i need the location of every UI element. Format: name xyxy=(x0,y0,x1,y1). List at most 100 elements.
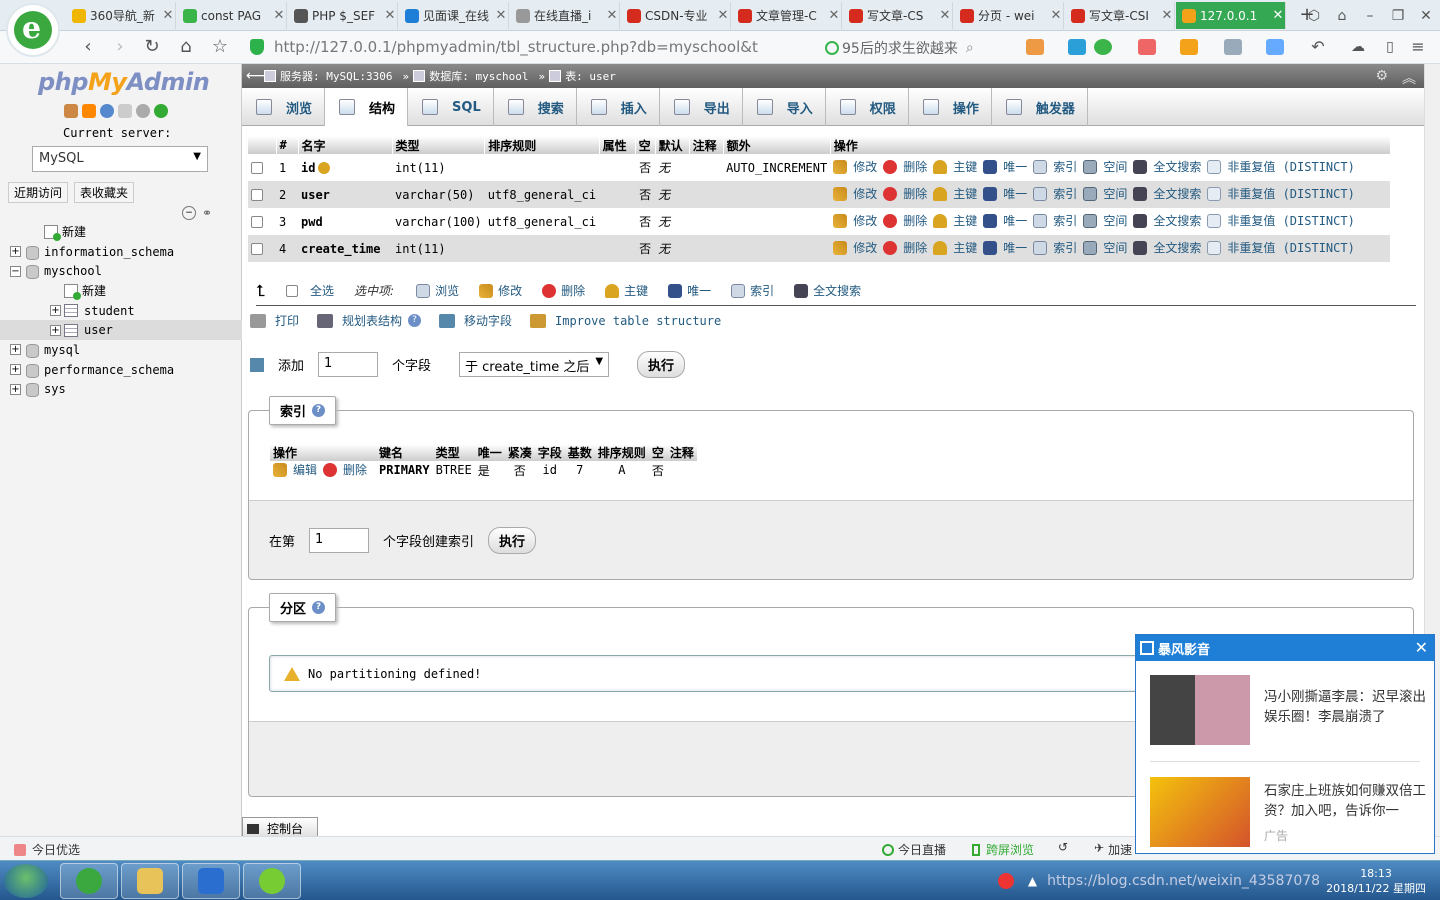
close-tab-icon[interactable]: ✕ xyxy=(1271,8,1285,23)
docs-icon[interactable] xyxy=(118,104,132,118)
breadcrumb-table[interactable]: 表: user xyxy=(565,68,616,84)
tree-item[interactable]: − myschool xyxy=(0,261,242,281)
tree-item[interactable]: + information_schema xyxy=(0,242,242,262)
tab-operations[interactable]: 操作 xyxy=(909,88,992,126)
row-drop-button[interactable]: 删除 xyxy=(883,212,927,229)
bookmark-star-button[interactable]: ☆ xyxy=(208,36,232,58)
server-select[interactable]: MySQL ▼ xyxy=(32,146,208,172)
bulk-index-button[interactable]: 索引 xyxy=(731,282,774,299)
row-fulltext-button[interactable]: 全文搜索 xyxy=(1133,239,1201,256)
close-tab-icon[interactable]: ✕ xyxy=(272,8,286,23)
find-icon[interactable] xyxy=(1266,39,1284,55)
tab-browse[interactable]: 浏览 xyxy=(242,88,326,126)
taskbar-wamp[interactable] xyxy=(243,863,301,899)
propose-structure-button[interactable]: 规划表结构? xyxy=(317,312,422,329)
bulk-drop-button[interactable]: 删除 xyxy=(542,282,585,299)
taskbar-browser[interactable] xyxy=(60,863,118,899)
search-icon[interactable]: ⌕ xyxy=(966,40,974,56)
row-edit-button[interactable]: 修改 xyxy=(833,185,877,202)
row-distinct-button[interactable]: 非重复值 (DISTINCT) xyxy=(1207,185,1355,202)
back-button[interactable]: ‹ xyxy=(76,36,100,58)
browser-tab[interactable]: 写文章-CSI ✕ xyxy=(1065,2,1175,29)
select-all-checkbox[interactable] xyxy=(286,284,298,297)
select-all-label[interactable]: 全选 xyxy=(310,282,334,299)
row-drop-button[interactable]: 删除 xyxy=(883,158,927,175)
breadcrumb-server[interactable]: 服务器: MySQL:3306 xyxy=(280,68,392,84)
cloud-icon[interactable]: ☁ xyxy=(1346,36,1370,58)
move-columns-button[interactable]: 移动字段 xyxy=(439,312,512,329)
tree-item[interactable]: + student xyxy=(0,301,242,321)
security-icon[interactable] xyxy=(1094,39,1112,55)
create-index-go-button[interactable]: 执行 xyxy=(488,527,537,554)
menu-icon[interactable]: ≡ xyxy=(1406,36,1430,58)
ad-item[interactable]: 冯小刚撕逼李晨：迟早滚出娱乐圈！李晨崩溃了 xyxy=(1150,675,1430,745)
ad-close-button[interactable]: ✕ xyxy=(1415,638,1428,657)
index-edit-button[interactable]: 编辑 xyxy=(273,461,317,478)
collapse-all-icon[interactable]: − xyxy=(182,206,196,220)
close-tab-icon[interactable]: ✕ xyxy=(383,8,397,23)
improve-structure-button[interactable]: Improve table structure xyxy=(530,312,721,329)
row-primary-button[interactable]: 主键 xyxy=(933,158,977,175)
browser-tab[interactable]: const PAG ✕ xyxy=(177,2,287,29)
row-distinct-button[interactable]: 非重复值 (DISTINCT) xyxy=(1207,239,1355,256)
print-button[interactable]: 打印 xyxy=(250,312,299,329)
browser-tab[interactable]: 在线直播_i ✕ xyxy=(510,2,620,29)
settings-gear-icon[interactable] xyxy=(136,104,150,118)
create-index-count-input[interactable]: 1 xyxy=(309,528,370,553)
minimize-button[interactable]: – xyxy=(1356,0,1384,31)
clipboard-icon[interactable] xyxy=(1068,39,1086,55)
pdf-icon[interactable] xyxy=(1138,39,1156,55)
row-index-button[interactable]: 索引 xyxy=(1033,239,1077,256)
taskbar-explorer[interactable] xyxy=(121,863,179,899)
address-bar[interactable]: http://127.0.0.1/phpmyadmin/tbl_structur… xyxy=(250,35,820,59)
tree-item[interactable]: + sys xyxy=(0,380,242,400)
row-spatial-button[interactable]: 空间 xyxy=(1083,239,1127,256)
notification-icon[interactable]: ▲ xyxy=(1028,874,1037,888)
row-index-button[interactable]: 索引 xyxy=(1033,158,1077,175)
browser-tab[interactable]: 分页 - wei ✕ xyxy=(954,2,1064,29)
maximize-button[interactable]: ❐ xyxy=(1384,0,1412,31)
row-distinct-button[interactable]: 非重复值 (DISTINCT) xyxy=(1207,158,1355,175)
expand-icon[interactable]: + xyxy=(10,246,21,258)
tab-triggers[interactable]: 触发器 xyxy=(992,88,1088,126)
close-tab-icon[interactable]: ✕ xyxy=(494,8,508,23)
row-fulltext-button[interactable]: 全文搜索 xyxy=(1133,158,1201,175)
forward-button[interactable]: › xyxy=(108,36,132,58)
toggle-nav-icon[interactable]: ⟵ xyxy=(246,68,266,84)
row-edit-button[interactable]: 修改 xyxy=(833,158,877,175)
row-checkbox[interactable] xyxy=(251,189,263,201)
close-window-button[interactable]: ✕ xyxy=(1412,0,1440,31)
tree-item[interactable]: 新建 xyxy=(0,222,242,242)
row-index-button[interactable]: 索引 xyxy=(1033,212,1077,229)
help-icon[interactable]: ? xyxy=(312,601,326,614)
collapse-topmenu-icon[interactable]: ︽ xyxy=(1402,68,1416,88)
tab-export[interactable]: 导出 xyxy=(660,88,743,126)
clock[interactable]: 18:13 2018/11/22 星期四 xyxy=(1326,867,1426,896)
row-primary-button[interactable]: 主键 xyxy=(933,185,977,202)
skin-icon[interactable]: ⌂ xyxy=(1328,0,1356,31)
expand-icon[interactable]: + xyxy=(10,383,21,395)
close-tab-icon[interactable]: ✕ xyxy=(605,8,619,23)
browser-tab[interactable]: 写文章-CS ✕ xyxy=(843,2,953,29)
taskbar-app[interactable] xyxy=(182,863,240,899)
row-distinct-button[interactable]: 非重复值 (DISTINCT) xyxy=(1207,212,1355,229)
expand-icon[interactable]: + xyxy=(50,324,61,336)
home-icon[interactable] xyxy=(64,104,78,118)
screenshot-icon[interactable] xyxy=(1224,39,1242,55)
row-spatial-button[interactable]: 空间 xyxy=(1083,212,1127,229)
row-unique-button[interactable]: 唯一 xyxy=(983,158,1027,175)
row-index-button[interactable]: 索引 xyxy=(1033,185,1077,202)
browser-tab[interactable]: CSDN-专业 ✕ xyxy=(621,2,731,29)
row-edit-button[interactable]: 修改 xyxy=(833,212,877,229)
close-tab-icon[interactable]: ✕ xyxy=(938,8,952,23)
settings-gear-icon[interactable]: ⚙ xyxy=(1375,68,1388,88)
today-picks[interactable]: 今日优选 xyxy=(14,841,80,858)
bulk-browse-button[interactable]: 浏览 xyxy=(416,282,459,299)
home-button[interactable]: ⌂ xyxy=(174,36,198,58)
close-tab-icon[interactable]: ✕ xyxy=(827,8,841,23)
browser-tab[interactable]: 文章管理-C ✕ xyxy=(732,2,842,29)
row-primary-button[interactable]: 主键 xyxy=(933,212,977,229)
expand-icon[interactable]: + xyxy=(10,364,21,376)
sogou-icon[interactable] xyxy=(997,873,1014,889)
tree-item[interactable]: + user xyxy=(0,320,242,341)
